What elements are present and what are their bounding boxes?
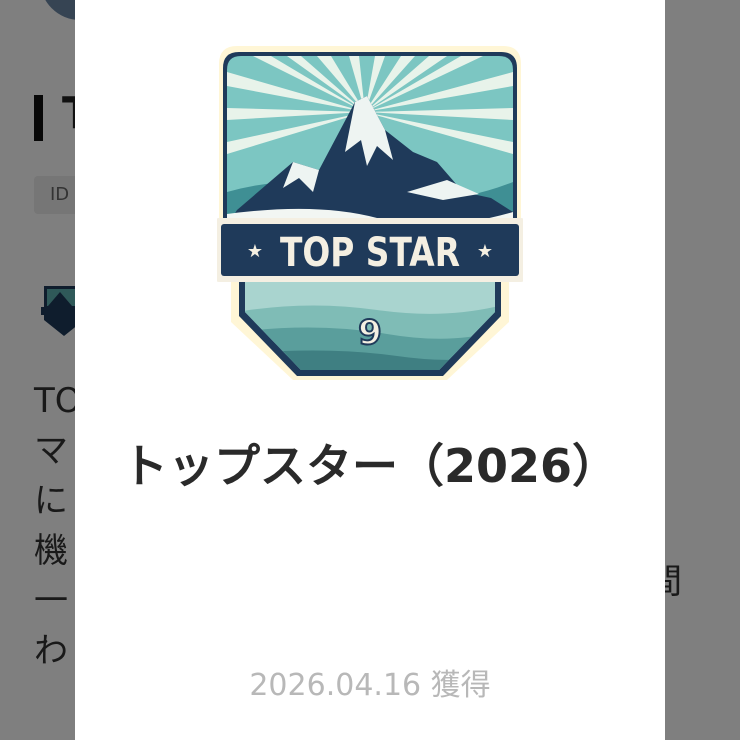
badge-banner-label: TOP STAR	[280, 230, 460, 276]
svg-text:★: ★	[247, 241, 263, 262]
acquired-date: 2026.04.16 獲得	[249, 668, 491, 703]
badge-level-label: 9	[358, 313, 382, 353]
badge-title: トップスター（2026）	[121, 439, 619, 493]
badge-detail-modal: ★ ★ TOP STAR 9 トップスター（2026） 2026.04.16 獲…	[75, 0, 665, 740]
svg-text:★: ★	[477, 241, 493, 262]
top-star-badge-icon: ★ ★ TOP STAR 9	[217, 46, 523, 380]
